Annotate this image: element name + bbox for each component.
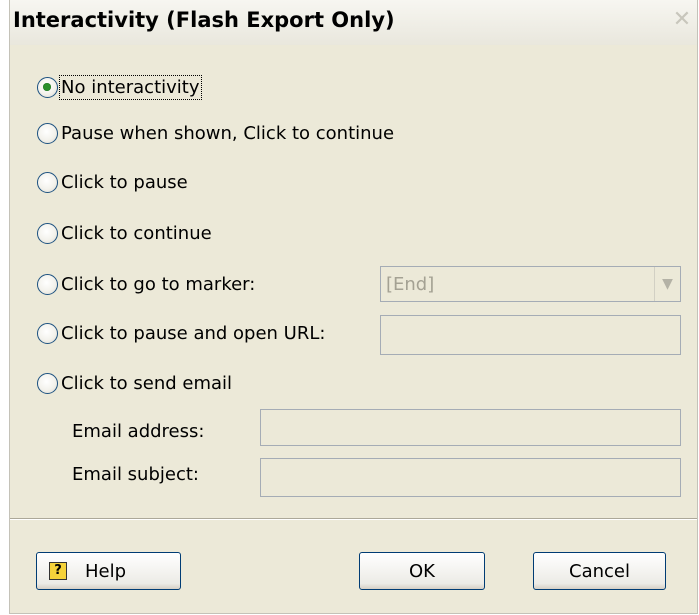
- radio-label: Click to send email: [61, 372, 233, 394]
- radio-button-icon[interactable]: [37, 76, 58, 98]
- radio-button-icon[interactable]: [37, 322, 58, 344]
- radio-click-to-continue[interactable]: Click to continue: [37, 220, 212, 246]
- url-input[interactable]: [380, 315, 681, 355]
- help-button[interactable]: ? Help: [36, 552, 181, 590]
- radio-label: Click to continue: [61, 222, 212, 244]
- email-subject-input[interactable]: [260, 458, 681, 497]
- radio-click-go-to-marker[interactable]: Click to go to marker:: [37, 271, 255, 297]
- radio-pause-click-continue[interactable]: Pause when shown, Click to continue: [37, 120, 394, 146]
- email-address-input[interactable]: [260, 409, 681, 446]
- radio-label: No interactivity: [59, 74, 202, 100]
- radio-label: Click to pause: [61, 171, 188, 193]
- ok-button[interactable]: OK: [359, 552, 485, 590]
- ok-button-label: OK: [409, 560, 435, 582]
- radio-click-to-pause[interactable]: Click to pause: [37, 169, 188, 195]
- marker-select[interactable]: [End] ▼: [380, 266, 681, 302]
- interactivity-dialog: Interactivity (Flash Export Only) ✕ No i…: [9, 0, 698, 614]
- cancel-button[interactable]: Cancel: [533, 552, 666, 590]
- title-bar[interactable]: Interactivity (Flash Export Only) ✕: [10, 0, 697, 45]
- radio-button-icon[interactable]: [37, 222, 58, 244]
- chevron-down-icon[interactable]: ▼: [654, 267, 680, 301]
- dialog-title: Interactivity (Flash Export Only): [13, 8, 395, 32]
- radio-label: Pause when shown, Click to continue: [61, 122, 395, 144]
- radio-button-icon[interactable]: [37, 273, 58, 295]
- radio-label: Click to go to marker:: [61, 273, 256, 295]
- marker-select-value: [End]: [386, 273, 435, 295]
- radio-button-icon[interactable]: [37, 122, 58, 144]
- radio-no-interactivity[interactable]: No interactivity: [37, 74, 202, 100]
- divider: [10, 518, 697, 520]
- email-address-label: Email address:: [72, 421, 205, 442]
- radio-click-pause-open-url[interactable]: Click to pause and open URL:: [37, 320, 325, 346]
- email-subject-label: Email subject:: [72, 464, 199, 485]
- cancel-button-label: Cancel: [569, 560, 630, 582]
- radio-click-send-email[interactable]: Click to send email: [37, 370, 232, 396]
- radio-button-icon[interactable]: [37, 171, 58, 193]
- help-icon: ?: [49, 562, 67, 580]
- help-button-label: Help: [85, 560, 127, 582]
- radio-label: Click to pause and open URL:: [61, 322, 326, 344]
- close-icon[interactable]: ✕: [671, 9, 693, 31]
- radio-button-icon[interactable]: [37, 372, 58, 394]
